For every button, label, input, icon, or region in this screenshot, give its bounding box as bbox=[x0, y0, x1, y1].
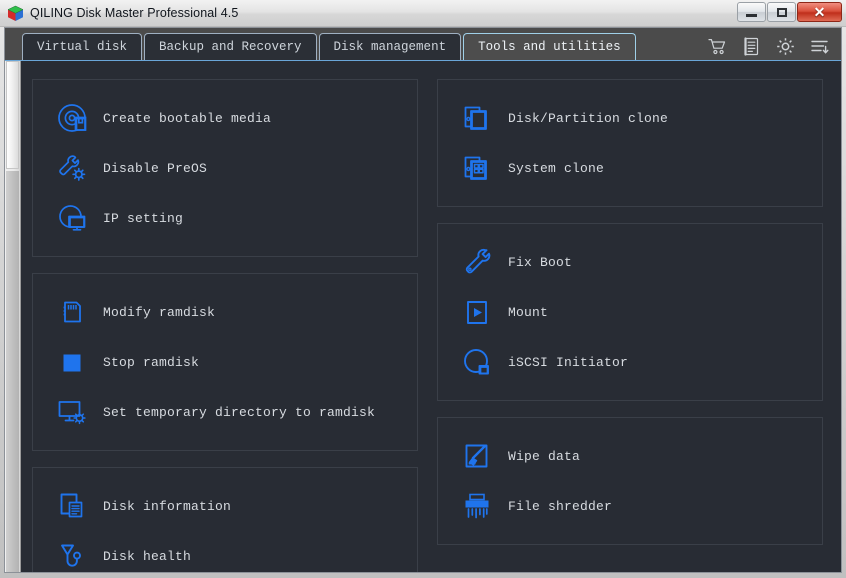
tool-disable-preos[interactable]: Disable PreOS bbox=[33, 143, 417, 193]
tool-ip-setting[interactable]: IP setting bbox=[33, 193, 417, 243]
scrollbar-track[interactable] bbox=[6, 171, 19, 572]
tab-bar: Virtual disk Backup and Recovery Disk ma… bbox=[5, 28, 841, 61]
tool-label: Fix Boot bbox=[508, 254, 573, 270]
scrollbar-thumb[interactable] bbox=[6, 61, 19, 169]
tool-label: Mount bbox=[508, 304, 549, 320]
tool-label: Modify ramdisk bbox=[103, 304, 216, 320]
wrench-icon bbox=[460, 245, 494, 279]
tool-label: iSCSI Initiator bbox=[508, 354, 629, 370]
maximize-icon bbox=[776, 7, 787, 17]
tab-label: Disk management bbox=[333, 40, 447, 54]
vertical-scrollbar[interactable] bbox=[5, 61, 21, 572]
tool-wipe-data[interactable]: Wipe data bbox=[438, 431, 822, 481]
tool-label: Disable PreOS bbox=[103, 160, 208, 176]
ip-setting-icon bbox=[55, 201, 89, 235]
panel-boot-tools: Fix Boot Mount iSCSI Initiator bbox=[437, 223, 823, 401]
tool-mount[interactable]: Mount bbox=[438, 287, 822, 337]
tool-label: Disk/Partition clone bbox=[508, 110, 669, 126]
panel-clone-tools: Disk/Partition clone System clone bbox=[437, 79, 823, 207]
tab-virtual-disk[interactable]: Virtual disk bbox=[22, 33, 143, 60]
tool-system-clone[interactable]: System clone bbox=[438, 143, 822, 193]
disk-information-icon bbox=[55, 489, 89, 523]
tool-label: Set temporary directory to ramdisk bbox=[103, 404, 376, 420]
tab-disk-management[interactable]: Disk management bbox=[318, 33, 462, 60]
maximize-button[interactable] bbox=[767, 2, 796, 22]
mount-play-icon bbox=[460, 295, 494, 329]
window-controls: ✕ bbox=[736, 2, 842, 22]
gear-icon[interactable] bbox=[775, 35, 795, 57]
tool-fix-boot[interactable]: Fix Boot bbox=[438, 237, 822, 287]
wipe-data-icon bbox=[460, 439, 494, 473]
window-frame: Virtual disk Backup and Recovery Disk ma… bbox=[0, 27, 846, 578]
tab-backup-and-recovery[interactable]: Backup and Recovery bbox=[144, 33, 317, 60]
minimize-button[interactable] bbox=[737, 2, 766, 22]
disk-partition-clone-icon bbox=[460, 101, 494, 135]
window-title: QILING Disk Master Professional 4.5 bbox=[30, 6, 239, 20]
ramdisk-card-icon bbox=[55, 295, 89, 329]
left-column: Create bootable media Disable PreOS IP s… bbox=[32, 79, 418, 572]
tool-label: System clone bbox=[508, 160, 605, 176]
tool-label: Wipe data bbox=[508, 448, 581, 464]
menu-sort-icon[interactable] bbox=[809, 35, 829, 57]
tool-create-bootable-media[interactable]: Create bootable media bbox=[33, 93, 417, 143]
panel-media-tools: Create bootable media Disable PreOS IP s… bbox=[32, 79, 418, 257]
tool-label: IP setting bbox=[103, 210, 184, 226]
tool-modify-ramdisk[interactable]: Modify ramdisk bbox=[33, 287, 417, 337]
tab-label: Tools and utilities bbox=[478, 40, 621, 54]
panel-erase-tools: Wipe data File shredder bbox=[437, 417, 823, 545]
file-shredder-icon bbox=[460, 489, 494, 523]
minimize-icon bbox=[746, 14, 757, 17]
bootable-media-icon bbox=[55, 101, 89, 135]
system-clone-icon bbox=[460, 151, 494, 185]
close-icon: ✕ bbox=[813, 4, 826, 20]
window-inner: Virtual disk Backup and Recovery Disk ma… bbox=[4, 27, 842, 573]
shopping-cart-icon[interactable] bbox=[707, 35, 727, 57]
stethoscope-icon bbox=[55, 539, 89, 572]
toolbar bbox=[707, 35, 835, 57]
close-button[interactable]: ✕ bbox=[797, 2, 842, 22]
stop-square-icon bbox=[55, 345, 89, 379]
cube-icon bbox=[7, 5, 24, 22]
tool-label: Disk information bbox=[103, 498, 232, 514]
panels-grid: Create bootable media Disable PreOS IP s… bbox=[5, 61, 841, 572]
tool-file-shredder[interactable]: File shredder bbox=[438, 481, 822, 531]
log-list-icon[interactable] bbox=[741, 35, 761, 57]
iscsi-initiator-icon bbox=[460, 345, 494, 379]
tab-label: Virtual disk bbox=[37, 40, 128, 54]
tool-disk-partition-clone[interactable]: Disk/Partition clone bbox=[438, 93, 822, 143]
tool-set-temp-directory-to-ramdisk[interactable]: Set temporary directory to ramdisk bbox=[33, 387, 417, 437]
tool-label: Stop ramdisk bbox=[103, 354, 200, 370]
tool-label: File shredder bbox=[508, 498, 613, 514]
tab-tools-and-utilities[interactable]: Tools and utilities bbox=[463, 33, 636, 60]
content-area: Create bootable media Disable PreOS IP s… bbox=[5, 61, 841, 572]
tool-label: Create bootable media bbox=[103, 110, 272, 126]
tool-iscsi-initiator[interactable]: iSCSI Initiator bbox=[438, 337, 822, 387]
application-window: QILING Disk Master Professional 4.5 ✕ Vi… bbox=[0, 0, 846, 578]
tab-label: Backup and Recovery bbox=[159, 40, 302, 54]
monitor-gear-icon bbox=[55, 395, 89, 429]
wrench-gear-icon bbox=[55, 151, 89, 185]
tool-stop-ramdisk[interactable]: Stop ramdisk bbox=[33, 337, 417, 387]
panel-ramdisk-tools: Modify ramdisk Stop ramdisk Set temporar… bbox=[32, 273, 418, 451]
tool-label: Disk health bbox=[103, 548, 192, 564]
right-column: Disk/Partition clone System clone Fix Bo… bbox=[437, 79, 823, 572]
tool-disk-health[interactable]: Disk health bbox=[33, 531, 417, 572]
title-bar: QILING Disk Master Professional 4.5 ✕ bbox=[0, 0, 846, 27]
tool-disk-information[interactable]: Disk information bbox=[33, 481, 417, 531]
panel-disk-info-tools: Disk information Disk health bbox=[32, 467, 418, 572]
